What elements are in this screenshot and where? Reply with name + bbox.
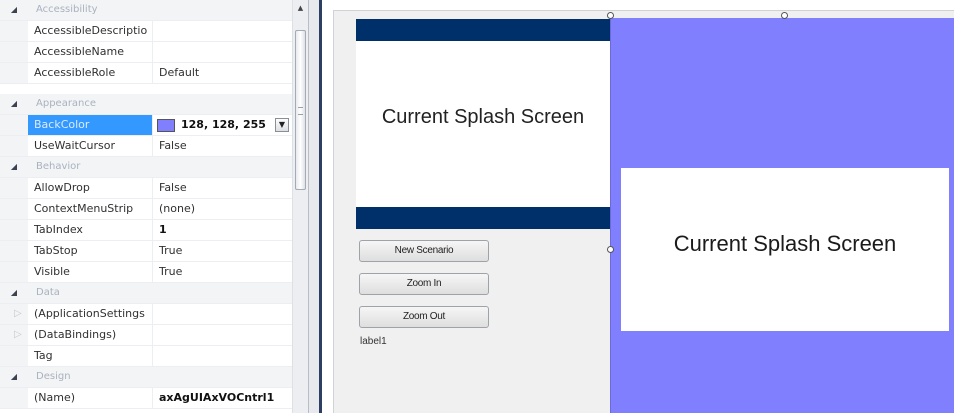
category-appearance[interactable]: ◢ Appearance	[0, 94, 292, 115]
property-row-accessible-role[interactable]: AccessibleRole Default	[0, 63, 292, 84]
property-row-tab-index[interactable]: TabIndex 1	[0, 220, 292, 241]
property-row-accessible-description[interactable]: AccessibleDescriptio	[0, 21, 292, 42]
property-row-tab-stop[interactable]: TabStop True	[0, 241, 292, 262]
property-row-visible[interactable]: Visible True	[0, 262, 292, 283]
color-value: 128, 128, 255	[181, 118, 266, 131]
collapse-icon[interactable]: ◢	[8, 161, 20, 173]
property-row-allow-drop[interactable]: AllowDrop False	[0, 178, 292, 199]
property-row-data-bindings[interactable]: ▷ (DataBindings)	[0, 325, 292, 346]
new-scenario-button[interactable]: New Scenario	[359, 240, 489, 262]
resize-handle-top[interactable]	[781, 12, 788, 19]
collapse-icon[interactable]: ◢	[8, 98, 20, 110]
property-value[interactable]	[153, 304, 292, 324]
category-design[interactable]: ◢ Design	[0, 367, 292, 388]
property-name: AccessibleName	[28, 42, 153, 62]
property-name: AccessibleRole	[28, 63, 153, 83]
property-value[interactable]: 1	[153, 220, 292, 240]
property-value[interactable]: True	[153, 262, 292, 282]
property-name: (DataBindings)	[28, 325, 153, 345]
property-value[interactable]: (none)	[153, 199, 292, 219]
collapse-icon[interactable]: ◢	[8, 371, 20, 383]
property-row-application-settings[interactable]: ▷ (ApplicationSettings	[0, 304, 292, 325]
splash-preview-panel[interactable]: Current Splash Screen	[356, 41, 610, 207]
form-designer: Current Splash Screen New Scenario Zoom …	[322, 0, 954, 413]
property-value[interactable]: False	[153, 178, 292, 198]
property-value[interactable]: axAgUIAxVOCntrl1	[153, 388, 292, 408]
property-value[interactable]	[153, 325, 292, 345]
property-value-color[interactable]: 128, 128, 255 ▼	[153, 115, 292, 135]
property-name: TabStop	[28, 241, 153, 261]
property-name: Tag	[28, 346, 153, 366]
property-row-context-menu-strip[interactable]: ContextMenuStrip (none)	[0, 199, 292, 220]
expand-icon[interactable]: ▷	[14, 330, 22, 340]
grip-icon	[298, 107, 303, 115]
footer-panel[interactable]	[356, 207, 610, 229]
property-name: AccessibleDescriptio	[28, 21, 153, 41]
property-row-use-wait-cursor[interactable]: UseWaitCursor False	[0, 136, 292, 157]
splash-screen-panel: Current Splash Screen	[621, 168, 949, 331]
resize-handle-top-left[interactable]	[607, 12, 614, 19]
category-label: Appearance	[36, 98, 97, 109]
category-data[interactable]: ◢ Data	[0, 283, 292, 304]
preview-label: Current Splash Screen	[381, 106, 585, 128]
category-label: Data	[36, 287, 60, 298]
label1[interactable]: label1	[360, 336, 387, 347]
property-value[interactable]: True	[153, 241, 292, 261]
property-name: (Name)	[28, 388, 153, 408]
header-panel[interactable]	[356, 19, 610, 41]
resize-handle-left[interactable]	[607, 246, 614, 253]
property-name: AllowDrop	[28, 178, 153, 198]
property-value[interactable]: Default	[153, 63, 292, 83]
property-row-tag[interactable]: Tag	[0, 346, 292, 367]
dropdown-icon[interactable]: ▼	[275, 118, 289, 132]
activex-control[interactable]: Current Splash Screen	[610, 18, 954, 413]
color-swatch	[157, 119, 175, 132]
category-label: Accessibility	[36, 4, 98, 15]
category-accessibility[interactable]: ◢ Accessibility	[0, 0, 292, 21]
property-value[interactable]	[153, 346, 292, 366]
collapse-icon[interactable]: ◢	[8, 287, 20, 299]
property-name: BackColor	[28, 115, 153, 135]
property-value[interactable]	[153, 21, 292, 41]
property-row-name[interactable]: (Name) axAgUIAxVOCntrl1	[0, 388, 292, 409]
property-row-accessible-name[interactable]: AccessibleName	[0, 42, 292, 63]
property-name: UseWaitCursor	[28, 136, 153, 156]
category-behavior[interactable]: ◢ Behavior	[0, 157, 292, 178]
panel-splitter[interactable]	[309, 0, 319, 413]
splash-label: Current Splash Screen	[673, 231, 897, 256]
property-name: (ApplicationSettings	[28, 304, 153, 324]
category-label: Behavior	[36, 161, 81, 172]
zoom-in-button[interactable]: Zoom In	[359, 273, 489, 295]
category-label: Design	[36, 371, 71, 382]
property-name: Visible	[28, 262, 153, 282]
property-value[interactable]	[153, 42, 292, 62]
property-row-back-color[interactable]: BackColor 128, 128, 255 ▼	[0, 115, 292, 136]
scroll-thumb[interactable]	[295, 30, 306, 190]
expand-icon[interactable]: ▷	[14, 309, 22, 319]
property-grid: ◢ Accessibility AccessibleDescriptio Acc…	[0, 0, 309, 413]
property-name: TabIndex	[28, 220, 153, 240]
zoom-out-button[interactable]: Zoom Out	[359, 306, 489, 328]
property-grid-scrollbar[interactable]: ▲	[292, 0, 308, 413]
scroll-up-icon[interactable]: ▲	[295, 2, 306, 15]
property-name: ContextMenuStrip	[28, 199, 153, 219]
property-value[interactable]: False	[153, 136, 292, 156]
collapse-icon[interactable]: ◢	[8, 4, 20, 16]
